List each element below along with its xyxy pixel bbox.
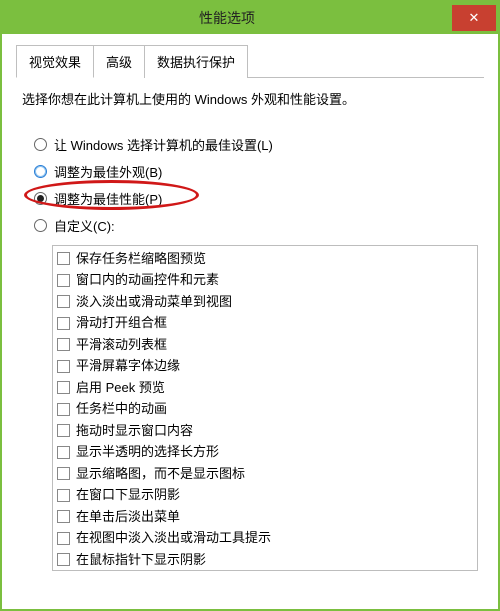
content-area: 视觉效果 高级 数据执行保护 选择你想在此计算机上使用的 Windows 外观和… (2, 34, 498, 609)
radio-icon (34, 192, 47, 205)
radio-icon (34, 165, 47, 178)
list-item-label: 窗口内的动画控件和元素 (76, 270, 219, 290)
tab-strip: 视觉效果 高级 数据执行保护 (16, 44, 484, 78)
tab-advanced[interactable]: 高级 (93, 45, 145, 78)
checkbox-icon (57, 553, 70, 566)
performance-options-window: 性能选项 ✕ 视觉效果 高级 数据执行保护 选择你想在此计算机上使用的 Wind… (0, 0, 500, 611)
list-item-label: 启用 Peek 预览 (76, 378, 165, 398)
list-item-label: 平滑滚动列表框 (76, 335, 167, 355)
checkbox-icon (57, 295, 70, 308)
list-item-label: 在单击后淡出菜单 (76, 507, 180, 527)
checkbox-icon (57, 381, 70, 394)
titlebar: 性能选项 ✕ (2, 2, 498, 34)
visual-effects-list[interactable]: 保存任务栏缩略图预览 窗口内的动画控件和元素 淡入淡出或滑动菜单到视图 滑动打开… (52, 245, 478, 571)
list-item[interactable]: 显示缩略图，而不是显示图标 (57, 463, 473, 485)
list-item[interactable]: 拖动时显示窗口内容 (57, 420, 473, 442)
list-item[interactable]: 启用 Peek 预览 (57, 377, 473, 399)
list-item[interactable]: 在单击后淡出菜单 (57, 506, 473, 528)
checkbox-icon (57, 424, 70, 437)
description-text: 选择你想在此计算机上使用的 Windows 外观和性能设置。 (22, 90, 478, 111)
list-item-label: 在视图中淡入淡出或滑动工具提示 (76, 528, 271, 548)
list-item[interactable]: 在鼠标指针下显示阴影 (57, 549, 473, 571)
tab-dep[interactable]: 数据执行保护 (144, 45, 248, 78)
list-item-label: 在窗口下显示阴影 (76, 485, 180, 505)
radio-label: 让 Windows 选择计算机的最佳设置(L) (54, 135, 273, 154)
list-item[interactable]: 滑动打开组合框 (57, 312, 473, 334)
list-item[interactable]: 在窗口下显示阴影 (57, 484, 473, 506)
list-item-label: 滑动打开组合框 (76, 313, 167, 333)
list-item[interactable]: 淡入淡出或滑动菜单到视图 (57, 291, 473, 313)
checkbox-icon (57, 338, 70, 351)
list-item-label: 任务栏中的动画 (76, 399, 167, 419)
radio-let-windows-choose[interactable]: 让 Windows 选择计算机的最佳设置(L) (34, 131, 484, 158)
list-item-label: 保存任务栏缩略图预览 (76, 249, 206, 269)
checkbox-icon (57, 467, 70, 480)
close-icon: ✕ (469, 10, 480, 26)
list-item-label: 淡入淡出或滑动菜单到视图 (76, 292, 232, 312)
close-button[interactable]: ✕ (452, 5, 496, 31)
checkbox-icon (57, 274, 70, 287)
list-item[interactable]: 显示半透明的选择长方形 (57, 441, 473, 463)
radio-group: 让 Windows 选择计算机的最佳设置(L) 调整为最佳外观(B) 调整为最佳… (34, 131, 484, 239)
checkbox-icon (57, 510, 70, 523)
window-title: 性能选项 (2, 8, 452, 28)
checkbox-icon (57, 360, 70, 373)
list-item-label: 显示半透明的选择长方形 (76, 442, 219, 462)
checkbox-icon (57, 532, 70, 545)
radio-icon (34, 219, 47, 232)
list-item[interactable]: 窗口内的动画控件和元素 (57, 269, 473, 291)
radio-label: 调整为最佳外观(B) (54, 162, 162, 181)
list-item-label: 拖动时显示窗口内容 (76, 421, 193, 441)
list-item-label: 显示缩略图，而不是显示图标 (76, 464, 245, 484)
list-item[interactable]: 任务栏中的动画 (57, 398, 473, 420)
radio-label: 调整为最佳性能(P) (54, 189, 162, 208)
list-item[interactable]: 在桌面上为图标标签使用阴影 (57, 570, 473, 571)
checkbox-icon (57, 403, 70, 416)
checkbox-icon (57, 489, 70, 502)
radio-custom[interactable]: 自定义(C): (34, 212, 484, 239)
checkbox-icon (57, 446, 70, 459)
radio-best-appearance[interactable]: 调整为最佳外观(B) (34, 158, 484, 185)
tab-visual-effects[interactable]: 视觉效果 (16, 45, 94, 78)
radio-best-performance[interactable]: 调整为最佳性能(P) (34, 185, 484, 212)
list-item[interactable]: 在视图中淡入淡出或滑动工具提示 (57, 527, 473, 549)
radio-label: 自定义(C): (54, 216, 115, 235)
radio-icon (34, 138, 47, 151)
checkbox-icon (57, 317, 70, 330)
list-item-label: 在鼠标指针下显示阴影 (76, 550, 206, 570)
list-item[interactable]: 平滑滚动列表框 (57, 334, 473, 356)
list-item[interactable]: 保存任务栏缩略图预览 (57, 248, 473, 270)
list-item[interactable]: 平滑屏幕字体边缘 (57, 355, 473, 377)
list-item-label: 平滑屏幕字体边缘 (76, 356, 180, 376)
checkbox-icon (57, 252, 70, 265)
